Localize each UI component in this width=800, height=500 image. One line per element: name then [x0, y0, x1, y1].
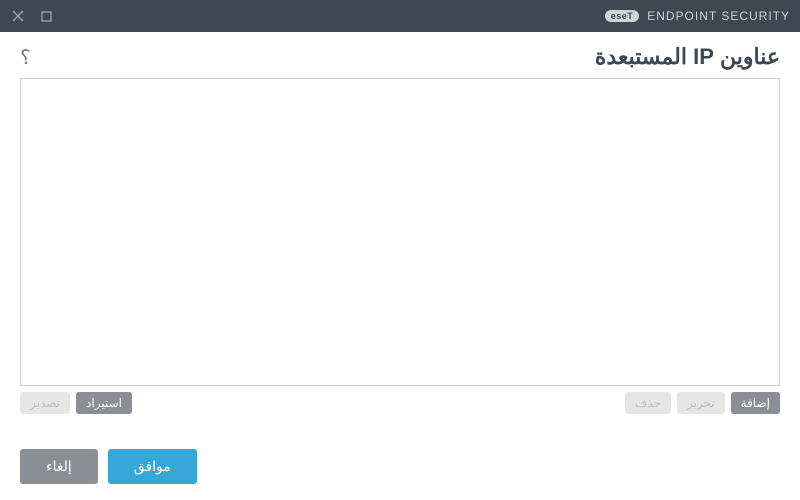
titlebar-controls [10, 8, 54, 24]
brand-badge: eseT [605, 10, 640, 22]
page-title: عناوين IP المستبعدة [595, 44, 780, 70]
close-icon [12, 10, 24, 22]
dialog-footer: إلغاء موافق [0, 433, 800, 500]
maximize-icon [41, 11, 52, 22]
import-button[interactable]: استيراد [76, 392, 132, 414]
export-button: تصدير [20, 392, 70, 414]
list-toolbar: تصدير استيراد حذف تحرير إضافة [20, 392, 780, 414]
content-area: ؟ عناوين IP المستبعدة تصدير استيراد حذف … [0, 32, 800, 414]
help-icon[interactable]: ؟ [20, 45, 31, 70]
header-row: ؟ عناوين IP المستبعدة [20, 44, 780, 70]
add-button[interactable]: إضافة [731, 392, 780, 414]
close-button[interactable] [10, 8, 26, 24]
maximize-button[interactable] [38, 8, 54, 24]
ok-button[interactable]: موافق [108, 449, 197, 484]
cancel-button[interactable]: إلغاء [20, 449, 98, 484]
toolbar-right-group: حذف تحرير إضافة [625, 392, 780, 414]
edit-button: تحرير [677, 392, 725, 414]
toolbar-left-group: تصدير استيراد [20, 392, 132, 414]
delete-button: حذف [625, 392, 671, 414]
titlebar: eseT ENDPOINT SECURITY [0, 0, 800, 32]
ip-list[interactable] [20, 78, 780, 386]
brand: eseT ENDPOINT SECURITY [605, 9, 790, 23]
brand-text: ENDPOINT SECURITY [647, 9, 790, 23]
